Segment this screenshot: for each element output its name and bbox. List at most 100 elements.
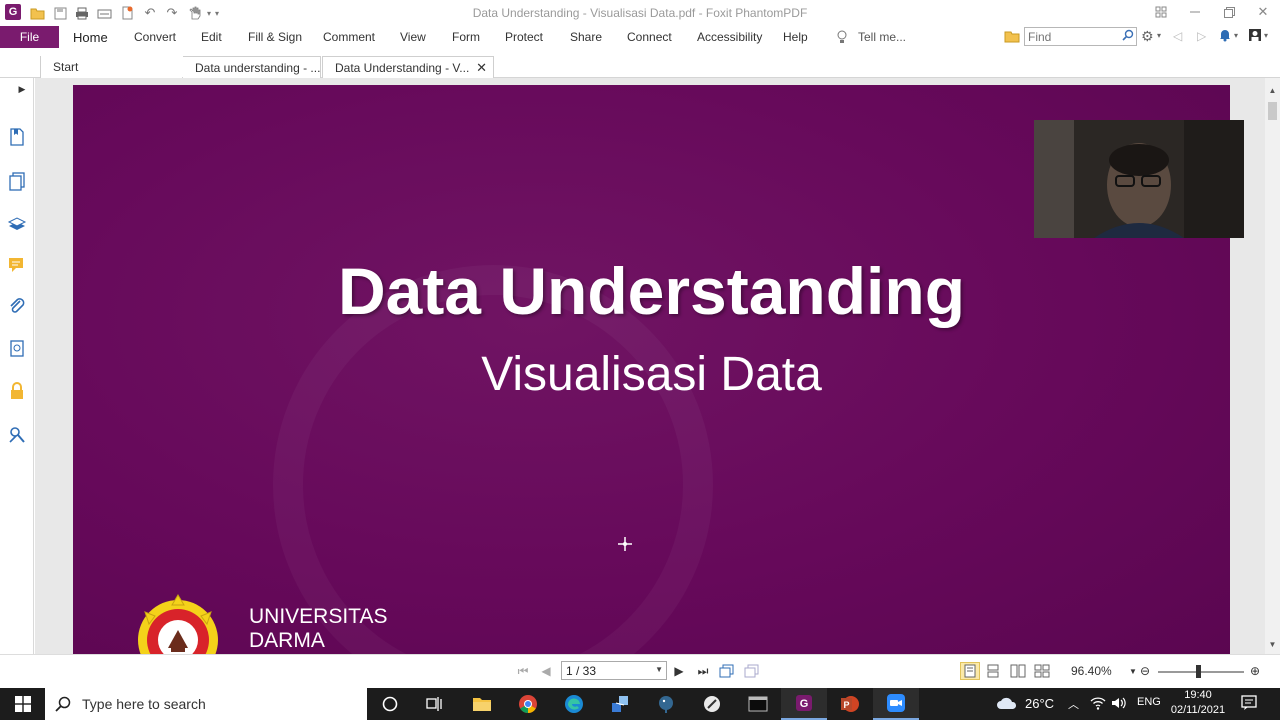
scroll-up-icon[interactable]: ▲	[1265, 86, 1280, 98]
file-explorer-icon[interactable]	[459, 688, 505, 720]
cortana-icon[interactable]	[367, 688, 413, 720]
continuous-view-icon[interactable]	[985, 663, 1001, 679]
zoom-out-icon[interactable]: ⊖	[1137, 663, 1153, 679]
tab-accessibility[interactable]: Accessibility	[697, 30, 762, 44]
wifi-icon[interactable]	[1090, 696, 1106, 713]
edge-icon[interactable]	[551, 688, 597, 720]
find-input[interactable]	[1025, 28, 1117, 45]
tools-icon[interactable]	[6, 424, 28, 446]
find-field[interactable]	[1024, 27, 1137, 46]
file-tab[interactable]: File	[0, 26, 59, 48]
restore-button[interactable]	[1214, 2, 1244, 22]
ribbon-tabs: File Home Convert Edit Fill & Sign Comme…	[0, 26, 1280, 50]
terminal-icon[interactable]	[735, 688, 781, 720]
tab-view[interactable]: View	[400, 30, 426, 44]
page-dropdown-icon[interactable]: ▼	[655, 665, 663, 674]
webcam-overlay	[1034, 120, 1244, 238]
close-tab-icon[interactable]: ✕	[476, 60, 487, 76]
account-icon[interactable]	[1248, 28, 1262, 45]
tab-document-active[interactable]: Data Understanding - V... ✕	[322, 56, 494, 78]
page-number-field[interactable]: 1 / 33 ▼	[561, 661, 667, 680]
gear-icon[interactable]: ⚙	[1141, 28, 1154, 45]
language-indicator[interactable]: ENG	[1137, 696, 1161, 708]
zoom-level[interactable]: 96.40%	[1071, 664, 1112, 678]
zoom-app-icon[interactable]	[873, 688, 919, 720]
tab-document-1[interactable]: Data understanding - ...	[183, 56, 321, 78]
volume-icon[interactable]	[1111, 696, 1127, 713]
university-logo-icon	[133, 590, 223, 654]
title-bar: G ↶ ↷ ▾ ▾ Data Understanding - Visualisa…	[0, 0, 1280, 26]
forward-arrow-icon[interactable]: ▷	[1197, 29, 1206, 43]
last-page-icon[interactable]: ⏭	[695, 663, 711, 679]
tab-connect[interactable]: Connect	[627, 30, 672, 44]
layers-icon[interactable]	[6, 212, 28, 234]
first-page-icon[interactable]: ⏮	[515, 663, 531, 679]
tab-document-1-label: Data understanding - ...	[195, 61, 321, 75]
zoom-slider-track[interactable]	[1158, 671, 1244, 673]
tab-share[interactable]: Share	[570, 30, 602, 44]
tab-document-active-label: Data Understanding - V...	[335, 61, 470, 75]
page-thumbnails-icon[interactable]	[6, 170, 28, 192]
bookmarks-icon[interactable]	[6, 126, 28, 148]
task-view-icon[interactable]	[412, 688, 458, 720]
single-page-view-icon[interactable]	[960, 662, 980, 680]
tab-form[interactable]: Form	[452, 30, 480, 44]
postgresql-icon[interactable]	[643, 688, 689, 720]
weather-icon[interactable]	[996, 694, 1018, 715]
tray-expand-icon[interactable]: ︿	[1068, 696, 1079, 712]
scroll-thumb[interactable]	[1268, 102, 1277, 120]
notifications-icon[interactable]	[1241, 695, 1257, 714]
tab-help[interactable]: Help	[783, 30, 808, 44]
tab-start[interactable]: Start	[40, 56, 182, 78]
system-clock[interactable]: 19:40 02/11/2021	[1166, 688, 1230, 718]
tab-comment[interactable]: Comment	[323, 30, 375, 44]
ribbon-options-icon[interactable]	[1146, 2, 1176, 22]
zoom-in-icon[interactable]: ⊕	[1247, 663, 1263, 679]
back-arrow-icon[interactable]: ◁	[1173, 29, 1182, 43]
scroll-down-icon[interactable]: ▼	[1265, 640, 1280, 652]
foxit-taskbar-icon[interactable]: G	[781, 688, 827, 720]
tab-protect[interactable]: Protect	[505, 30, 543, 44]
network-app-icon[interactable]	[597, 688, 643, 720]
tab-fill-sign[interactable]: Fill & Sign	[248, 30, 302, 44]
zoom-slider-thumb[interactable]	[1196, 665, 1201, 678]
attachments-icon[interactable]	[6, 296, 28, 318]
taskbar-search-box[interactable]: Type here to search	[45, 688, 367, 720]
security-lock-icon[interactable]	[6, 380, 28, 402]
music-app-icon[interactable]	[689, 688, 735, 720]
bell-dropdown-icon[interactable]: ▾	[1234, 31, 1238, 40]
chrome-icon[interactable]	[505, 688, 551, 720]
next-page-icon[interactable]: ▶	[671, 663, 687, 679]
university-name-line1: UNIVERSITAS	[249, 605, 388, 628]
expand-panel-icon[interactable]: ▶	[16, 83, 28, 95]
vertical-scrollbar[interactable]: ▲ ▼	[1265, 78, 1280, 654]
window-title: Data Understanding - Visualisasi Data.pd…	[472, 6, 808, 20]
gear-dropdown-icon[interactable]: ▾	[1157, 31, 1161, 40]
minimize-button[interactable]	[1180, 2, 1210, 22]
signatures-icon[interactable]	[6, 338, 28, 360]
close-button[interactable]: ✕	[1248, 2, 1278, 22]
previous-view-icon[interactable]	[719, 663, 735, 679]
powerpoint-icon[interactable]: P	[827, 688, 873, 720]
find-options-icon[interactable]	[1004, 29, 1020, 46]
svg-text:P: P	[843, 700, 849, 710]
account-dropdown-icon[interactable]: ▾	[1264, 31, 1268, 40]
clock-time: 19:40	[1184, 689, 1212, 701]
lightbulb-icon[interactable]	[836, 30, 848, 47]
facing-view-icon[interactable]	[1010, 663, 1026, 679]
weather-temperature[interactable]: 26°C	[1025, 696, 1054, 711]
next-view-icon[interactable]	[744, 663, 760, 679]
previous-page-icon[interactable]: ◀	[538, 663, 554, 679]
slide-title: Data Understanding	[337, 254, 966, 328]
tab-edit[interactable]: Edit	[201, 30, 222, 44]
tab-home[interactable]: Home	[73, 30, 108, 45]
continuous-facing-view-icon[interactable]	[1034, 663, 1050, 679]
tell-me-box[interactable]: Tell me...	[858, 30, 906, 44]
navigation-panel: ▶	[0, 78, 34, 654]
windows-start-icon[interactable]	[0, 688, 45, 720]
move-cursor-icon	[618, 537, 632, 554]
tab-convert[interactable]: Convert	[134, 30, 176, 44]
comments-icon[interactable]	[6, 254, 28, 276]
notification-bell-icon[interactable]	[1218, 28, 1232, 45]
search-icon[interactable]	[1122, 29, 1134, 44]
